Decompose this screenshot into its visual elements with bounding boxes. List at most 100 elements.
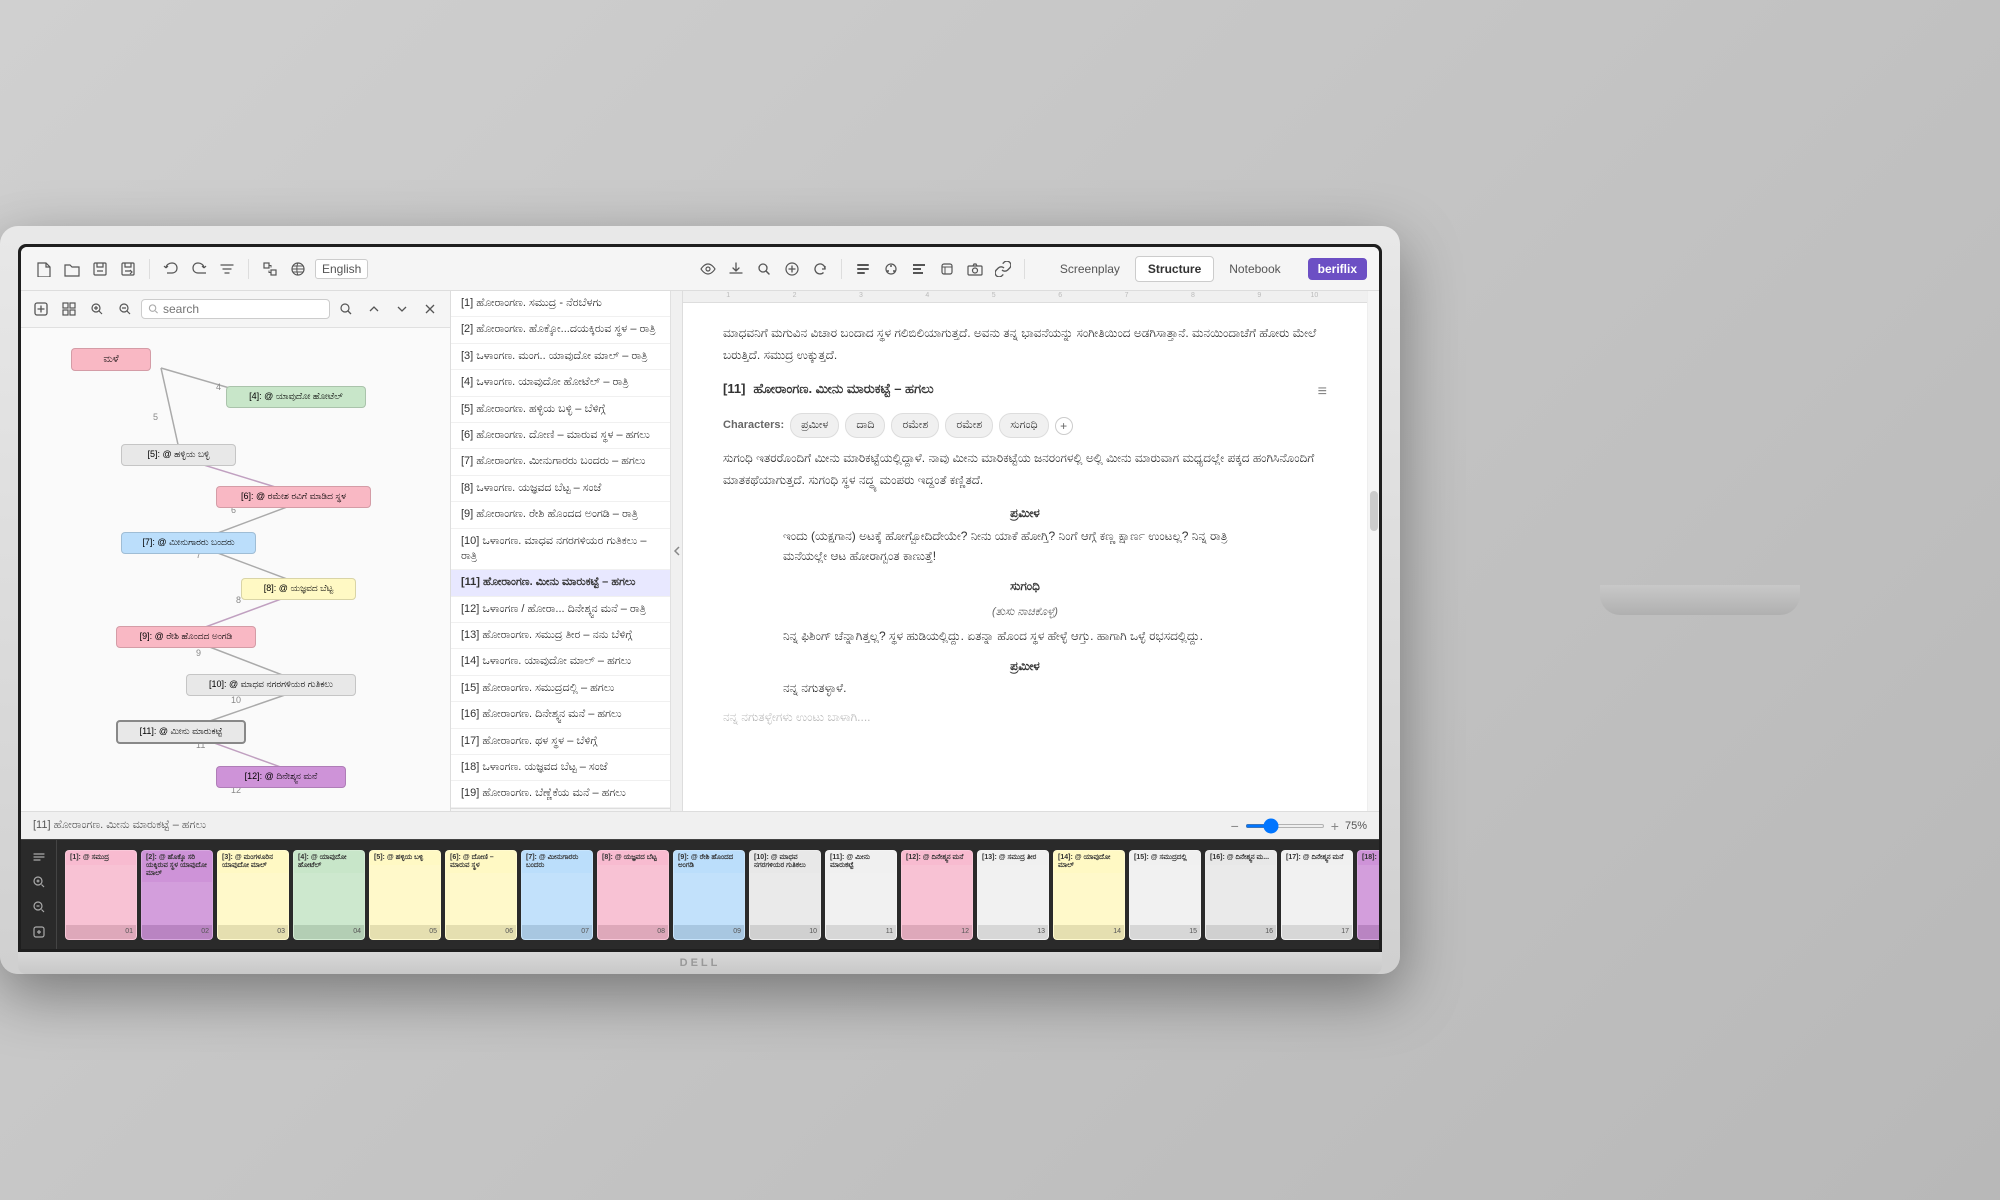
film-card[interactable]: [2]: @ ಹೊಕ್ಕೊ ಸರಿ ಯಕ್ಕಿರುವ ಸ್ಥಳ ಯಾವುದೋ ಮ… <box>141 850 213 940</box>
transform-icon[interactable] <box>259 258 281 280</box>
scene-menu-icon[interactable]: ≡ <box>1318 378 1327 405</box>
film-card[interactable]: [10]: @ ಮಾಧವ ನಗರಗಳಿಯರ ಗುತಿಕಲು10 <box>749 850 821 940</box>
tab-notebook[interactable]: Notebook <box>1216 256 1293 282</box>
scene-list-item[interactable]: [11] ಹೋರಾಂಗಣ. ಮೀನು ಮಾರುಕಟ್ಟೆ – ಹಗಲು <box>451 570 670 596</box>
film-card[interactable]: [17]: @ ದಿನೇಶ್ಕ್ವನ ಮನೆ17 <box>1281 850 1353 940</box>
film-card[interactable]: [6]: @ ದೋಣಿ – ಮಾರುವ ಸ್ಥಳ06 <box>445 850 517 940</box>
undo-icon[interactable] <box>160 258 182 280</box>
film-card[interactable]: [1]: @ ಸಮುದ್ರ01 <box>65 850 137 940</box>
search-submit-icon[interactable] <box>334 297 358 321</box>
link-icon[interactable] <box>992 258 1014 280</box>
plus-circle-icon[interactable] <box>781 258 803 280</box>
scene-list-item[interactable]: [10] ಒಳಾಂಗಣ. ಮಾಧವ ನಗರಗಳಿಯರ ಗುತಿಕಲು – ರಾತ… <box>451 529 670 571</box>
nav-down-icon[interactable] <box>390 297 414 321</box>
redo-icon[interactable] <box>188 258 210 280</box>
mindmap-node-6[interactable]: [6]: @ ರಮೇಶ ರವಿಗೆ ಮಾಡಿದ ಸ್ಥಳ <box>216 486 371 508</box>
scene-list-item[interactable]: [16] ಹೋರಾಂಗಣ. ದಿನೇಶ್ಕ್ವನ ಮನೆ – ಹಗಲು <box>451 702 670 728</box>
toolbar-btn-2[interactable] <box>880 258 902 280</box>
scene-list-item[interactable]: [2] ಹೋರಾಂಗಣ. ಹೊಕ್ಕೋ...ದಯಕ್ಕಿರುವ ಸ್ಥಳ – ರ… <box>451 317 670 343</box>
char-tag-2[interactable]: ದಾದಿ <box>845 413 885 438</box>
zoom-in-btn[interactable]: + <box>1331 818 1339 834</box>
film-card[interactable]: [18]: @ ಮ..18 <box>1357 850 1379 940</box>
scene-list-item[interactable]: [6] ಹೋರಾಂಗಣ. ದೋಣಿ – ಮಾರುವ ಸ್ಥಳ – ಹಗಲು <box>451 423 670 449</box>
scene-list-item[interactable]: [8] ಒಳಾಂಗಣ. ಯಜ್ಞವದ ಬೆಟ್ಟ – ಸಂಜೆ <box>451 476 670 502</box>
search-input[interactable] <box>163 302 323 316</box>
film-card[interactable]: [3]: @ ಮಂಗಳೂರಿನ ಯಾವುದೋ ಮಾಲ್03 <box>217 850 289 940</box>
globe-icon[interactable] <box>287 258 309 280</box>
zoom-out-panel-icon[interactable] <box>113 297 137 321</box>
language-selector[interactable]: English <box>315 259 368 279</box>
save-icon[interactable] <box>89 258 111 280</box>
char-tag-1[interactable]: ಪ್ರಮೀಳ <box>790 413 839 438</box>
film-card[interactable]: [15]: @ ಸಮುದ್ರದಲ್ಲಿ15 <box>1129 850 1201 940</box>
mindmap-node-top[interactable]: ಮಳೆ <box>71 348 151 371</box>
mindmap-node-7[interactable]: [7]: @ ಮೀನುಗಾರರು ಬಂದರು <box>121 532 256 554</box>
download-icon[interactable] <box>725 258 747 280</box>
filmstrip-add-icon[interactable] <box>28 924 50 941</box>
scene-list-item[interactable]: [18] ಒಳಾಂಗಣ. ಯಜ್ಞವದ ಬೆಟ್ಟ – ಸಂಜೆ <box>451 755 670 781</box>
refresh-icon[interactable] <box>809 258 831 280</box>
eye-icon[interactable] <box>697 258 719 280</box>
toolbar-btn-3[interactable] <box>908 258 930 280</box>
mindmap-node-5[interactable]: [5]: @ ಹಳ್ಳಿಯ ಬಳ್ಳಿ <box>121 444 236 466</box>
film-card[interactable]: [16]: @ ದಿನೇಶ್ಕ್ವನ ಮ...16 <box>1205 850 1277 940</box>
film-card[interactable]: [13]: @ ಸಮುದ್ರ ತೀರ13 <box>977 850 1049 940</box>
film-card[interactable]: [5]: @ ಹಳ್ಳಿಯ ಬಳ್ಳಿ05 <box>369 850 441 940</box>
nav-up-icon[interactable] <box>362 297 386 321</box>
film-card[interactable]: [14]: @ ಯಾವುದೋ ಮಾಲ್14 <box>1053 850 1125 940</box>
scene-list-item[interactable]: [14] ಒಳಾಂಗಣ. ಯಾವುದೋ ಮಾಲ್ – ಹಗಲು <box>451 649 670 675</box>
scene-list-item[interactable]: [19] ಹೋರಾಂಗಣ. ಬೆಣ್ಣೆಕೆಯ ಮನೆ – ಹಗಲು <box>451 781 670 807</box>
scene-list-item[interactable]: [4] ಒಳಾಂಗಣ. ಯಾವುದೋ ಹೋಟೆಲ್ – ರಾತ್ರಿ <box>451 370 670 396</box>
scene-list-item[interactable]: [17] ಹೋರಾಂಗಣ. ಥಳ ಸ್ಥಳ – ಬೆಳಿಗ್ಗೆ <box>451 729 670 755</box>
sort-icon[interactable] <box>216 258 238 280</box>
mindmap-area[interactable]: 4 5 6 7 8 9 10 11 12 ಮಳೆ <box>21 328 450 811</box>
zoom-slider-input[interactable] <box>1245 824 1325 828</box>
scene-list-item[interactable]: [13] ಹೋರಾಂಗಣ. ಸಮುದ್ರ ತೀರ – ನನು ಬೆಳಿಗ್ಗೆ <box>451 623 670 649</box>
zoom-control[interactable]: − + 75% <box>1231 818 1367 834</box>
scene-list-item[interactable]: [7] ಹೋರಾಂಗಣ. ಮೀನುಗಾರರು ಬಂದರು – ಹಗಲು <box>451 449 670 475</box>
toolbar-btn-1[interactable] <box>852 258 874 280</box>
filmstrip-list-icon[interactable] <box>28 848 50 865</box>
add-character-button[interactable]: + <box>1055 417 1073 435</box>
film-card[interactable]: [12]: @ ದಿನೇಶ್ಕ್ವನ ಮನೆ12 <box>901 850 973 940</box>
tab-structure[interactable]: Structure <box>1135 256 1214 282</box>
mindmap-node-9[interactable]: [9]: @ ರೇಶಿ ಹೊಂದದ ಅಂಗಡಿ <box>116 626 256 648</box>
film-card[interactable]: [11]: @ ಮೀನು ಮಾರುಕಟ್ಟೆ11 <box>825 850 897 940</box>
camera-icon[interactable] <box>964 258 986 280</box>
char-tag-3[interactable]: ರಮೇಶ <box>891 413 939 438</box>
scene-list-item[interactable]: [1] ಹೋರಾಂಗಣ. ಸಮುದ್ರ - ನೆರಬೆಳಗು <box>451 291 670 317</box>
add-node-icon[interactable] <box>29 297 53 321</box>
filmstrip-zoom-in-icon[interactable] <box>28 873 50 890</box>
grid-view-icon[interactable] <box>57 297 81 321</box>
zoom-in-panel-icon[interactable] <box>85 297 109 321</box>
collapse-arrow[interactable] <box>671 291 683 811</box>
scene-list-item[interactable]: [3] ಒಳಾಂಗಣ. ಮಂಗ.. ಯಾವುದೋ ಮಾಲ್ – ರಾತ್ರಿ <box>451 344 670 370</box>
mindmap-node-10[interactable]: [10]: @ ಮಾಧವ ನಗರಗಳಿಯರ ಗುತಿಕಲು <box>186 674 356 696</box>
mindmap-node-11[interactable]: [11]: @ ಮೀನು ಮಾರುಕಟ್ಟೆ <box>116 720 246 744</box>
scene-list-item[interactable]: [9] ಹೋರಾಂಗಣ. ರೇಶಿ ಹೊಂದದ ಅಂಗಡಿ – ರಾತ್ರಿ <box>451 502 670 528</box>
mindmap-node-12[interactable]: [12]: @ ದಿನೇಶ್ಕ್ವನ ಮನೆ <box>216 766 346 788</box>
film-card[interactable]: [9]: @ ರೇಶಿ ಹೊಂದದ ಅಂಗಡಿ09 <box>673 850 745 940</box>
char-tag-4[interactable]: ರಮೇಶ <box>945 413 993 438</box>
zoom-out-btn[interactable]: − <box>1231 818 1239 834</box>
panel-search-box[interactable] <box>141 299 330 319</box>
mindmap-node-4[interactable]: [4]: @ ಯಾವುದೋ ಹೋಟೆಲ್ <box>226 386 366 408</box>
save-as-icon[interactable] <box>117 258 139 280</box>
close-panel-icon[interactable] <box>418 297 442 321</box>
film-card[interactable]: [4]: @ ಯಾವುದೋ ಹೋಟೆಲ್04 <box>293 850 365 940</box>
toolbar-btn-4[interactable] <box>936 258 958 280</box>
user-badge[interactable]: beriflix <box>1308 258 1367 280</box>
film-card[interactable]: [8]: @ ಯಜ್ಞವದ ಬೆಟ್ಟ08 <box>597 850 669 940</box>
scene-list-item[interactable]: [5] ಹೋರಾಂಗಣ. ಹಳ್ಳಿಯ ಬಳ್ಳಿ – ಬೆಳಿಗ್ಗೆ <box>451 397 670 423</box>
open-file-icon[interactable] <box>61 258 83 280</box>
search-icon[interactable] <box>753 258 775 280</box>
scene-list-item[interactable]: [15] ಹೋರಾಂಗಣ. ಸಮುದ್ರದಲ್ಲಿ – ಹಗಲು <box>451 676 670 702</box>
mindmap-node-8[interactable]: [8]: @ ಯಜ್ಞವದ ಬೆಟ್ಟ <box>241 578 356 600</box>
film-card[interactable]: [7]: @ ಮೀನುಗಾರರು ಬಂದರು07 <box>521 850 593 940</box>
filmstrip-zoom-out-icon[interactable] <box>28 899 50 916</box>
char-tag-5[interactable]: ಸುಗಂಧಿ <box>999 413 1048 438</box>
tab-screenplay[interactable]: Screenplay <box>1047 256 1133 282</box>
new-file-icon[interactable] <box>33 258 55 280</box>
scene-list-item[interactable]: [12] ಒಳಾಂಗಣ / ಹೋರಾ... ದಿನೇಶ್ಕ್ವನ ಮನೆ – ರ… <box>451 597 670 623</box>
scroll-thumb[interactable] <box>1370 491 1378 531</box>
